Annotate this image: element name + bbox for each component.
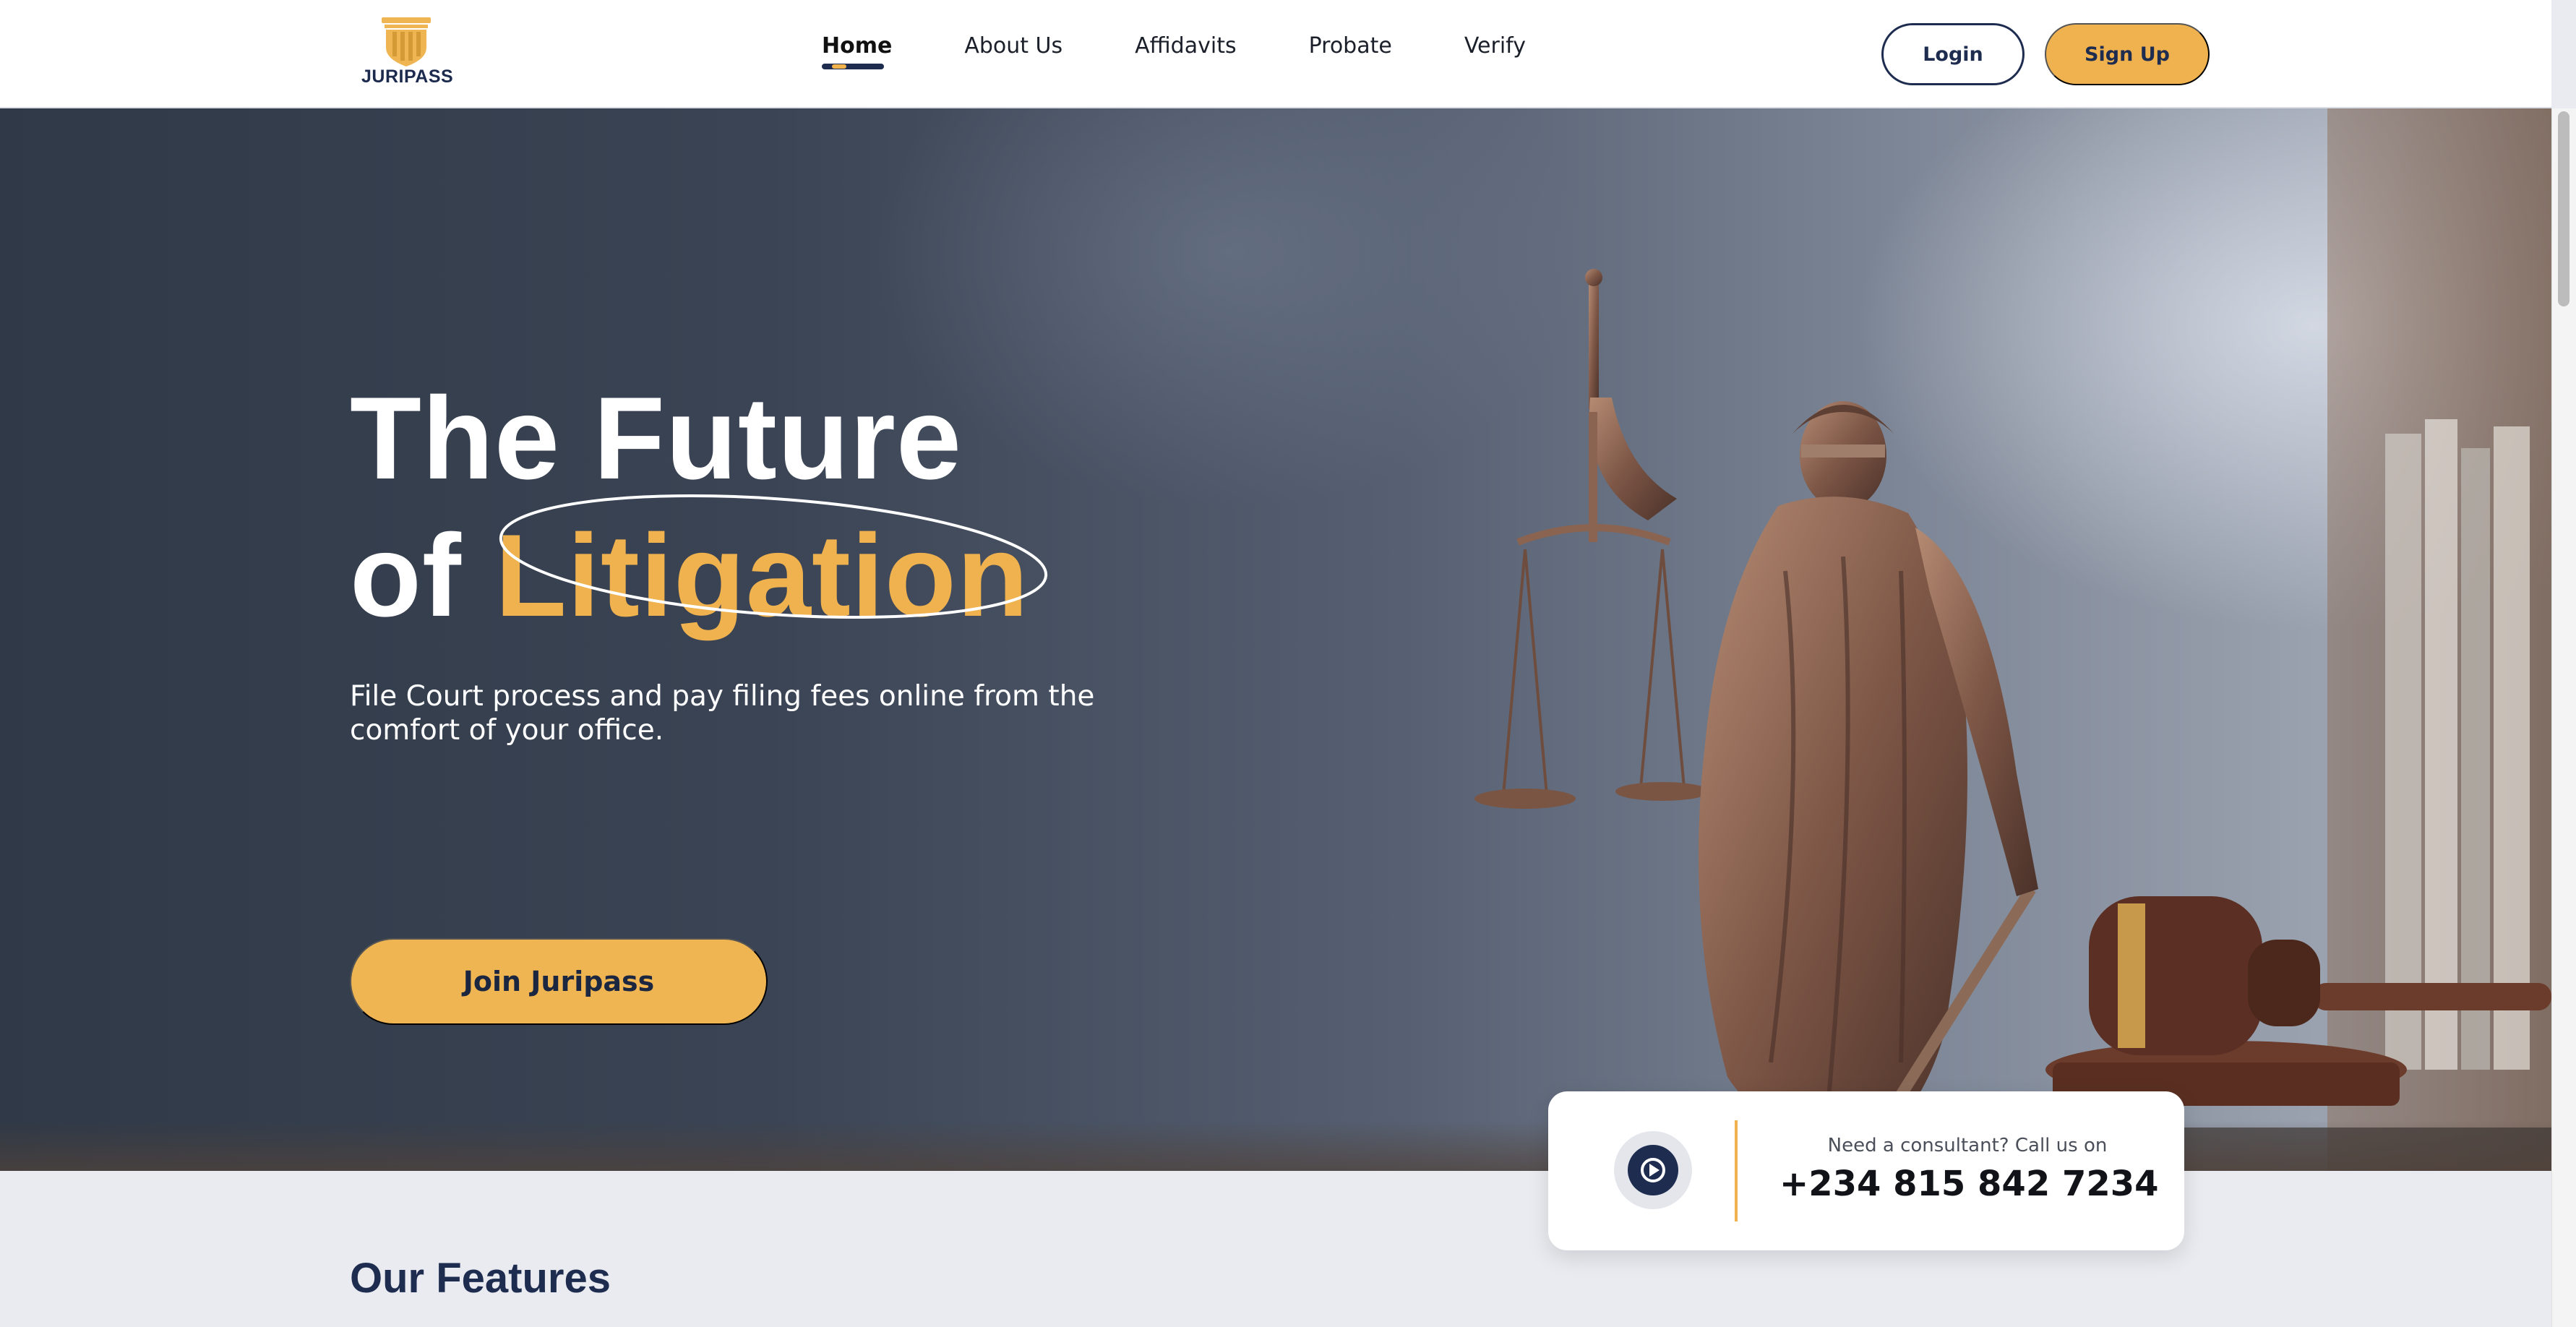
consult-label: Need a consultant? Call us on xyxy=(1827,1135,2108,1156)
play-button-inner xyxy=(1628,1145,1678,1195)
juripass-logo[interactable]: JURIPASS xyxy=(361,16,454,93)
nav-link-about-us[interactable]: About Us xyxy=(964,33,1062,59)
pillar-shield-icon xyxy=(382,17,431,66)
features-section-title: Our Features xyxy=(350,1255,611,1302)
scrollbar-thumb[interactable] xyxy=(2558,111,2569,306)
main-nav: Home About Us Affidavits Probate Verify xyxy=(822,33,1598,69)
nav-link-label: Probate xyxy=(1308,33,1392,59)
highlight-ellipse-decoration xyxy=(499,494,1048,619)
consult-phone-number[interactable]: +234 815 842 7234 xyxy=(1779,1164,2159,1204)
consultant-call-card: Need a consultant? Call us on +234 815 8… xyxy=(1548,1091,2184,1250)
nav-link-label: Home xyxy=(822,33,893,59)
nav-link-label: About Us xyxy=(964,33,1063,59)
nav-link-label: Affidavits xyxy=(1135,33,1237,59)
nav-link-label: Verify xyxy=(1464,33,1526,59)
sign-up-button[interactable]: Sign Up xyxy=(2045,23,2210,85)
hero-subtitle: File Court process and pay filing fees o… xyxy=(350,680,1095,747)
hero-title-prefix: of xyxy=(350,510,462,641)
nav-link-verify[interactable]: Verify xyxy=(1464,33,1526,59)
hero-title-line1: The Future xyxy=(350,373,962,504)
page-scrollbar[interactable] xyxy=(2551,108,2576,1327)
consult-divider xyxy=(1735,1120,1738,1221)
nav-link-probate[interactable]: Probate xyxy=(1309,33,1392,59)
play-icon xyxy=(1641,1158,1665,1182)
top-navbar: JURIPASS Home About Us Affidavits Probat… xyxy=(0,0,2551,108)
play-button[interactable] xyxy=(1614,1131,1692,1209)
hero-section: The Future of Litigation File Court proc… xyxy=(0,108,2551,1171)
join-juripass-button[interactable]: Join Juripass xyxy=(350,938,768,1025)
active-nav-indicator xyxy=(822,64,884,69)
login-button[interactable]: Login xyxy=(1881,23,2025,85)
nav-link-home[interactable]: Home xyxy=(822,33,893,69)
logo-text: JURIPASS xyxy=(361,66,454,87)
nav-link-affidavits[interactable]: Affidavits xyxy=(1135,33,1236,59)
